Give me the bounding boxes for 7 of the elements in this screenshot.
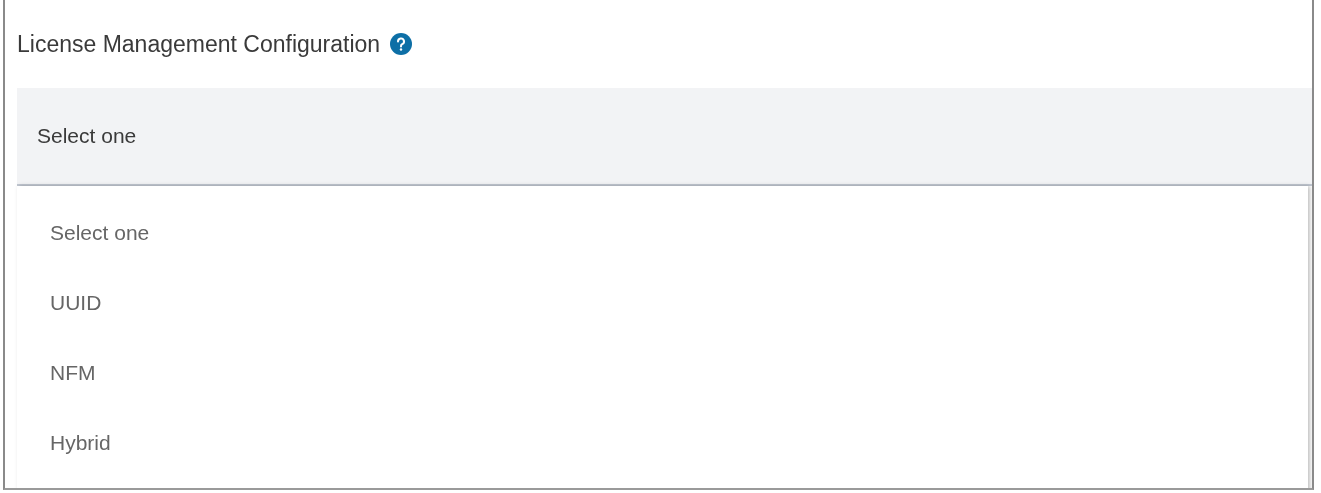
- select-field[interactable]: Select one: [17, 88, 1312, 186]
- help-icon[interactable]: [390, 33, 413, 55]
- section-title: License Management Configuration: [17, 30, 381, 58]
- dropdown-option[interactable]: Select one: [17, 198, 1308, 268]
- dropdown-option[interactable]: NFM: [17, 338, 1308, 408]
- dropdown-option[interactable]: Hybrid: [17, 408, 1308, 478]
- dropdown-option[interactable]: UUID: [17, 268, 1308, 338]
